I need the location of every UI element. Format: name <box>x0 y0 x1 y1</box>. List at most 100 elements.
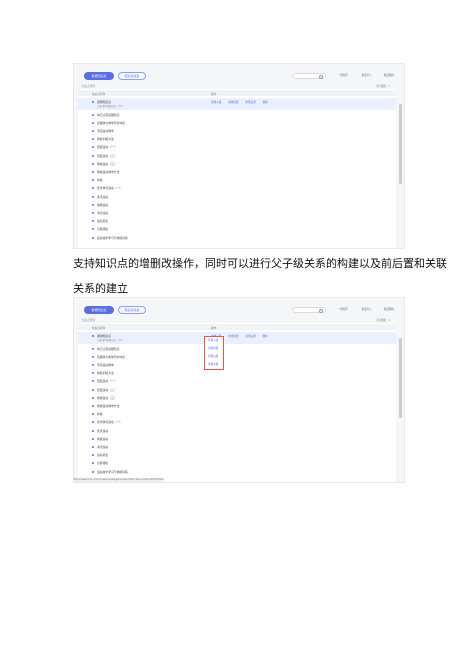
table-row[interactable]: 武术运动 <box>78 427 396 434</box>
scrollbar[interactable] <box>399 338 402 418</box>
expand-icon[interactable] <box>92 470 94 473</box>
screenshot-top: 新增知识点 知识点关系 一键展开 批量导入 批量删除 知识点管理 共有数据：1 … <box>73 63 405 249</box>
batch-delete-link[interactable]: 批量删除 <box>384 307 394 311</box>
knowledge-relation-button[interactable]: 知识点关系 <box>118 72 146 80</box>
add-post-link[interactable]: 新增后置 <box>245 335 255 338</box>
table-row[interactable]: 武术体育运动（一） <box>78 419 396 426</box>
knowledge-relation-button[interactable]: 知识点关系 <box>118 306 146 314</box>
table-row[interactable]: 球类运动教学方法 <box>78 168 396 175</box>
expand-icon[interactable] <box>92 195 94 198</box>
search-input[interactable] <box>292 307 326 313</box>
expand-icon[interactable] <box>92 154 94 157</box>
table-row-selected[interactable]: 通用知识点 父级 第1级知识点（1个） 新增子级 新增前置 新增后置 删除 <box>78 98 396 110</box>
table-row[interactable]: 体操 <box>78 411 396 418</box>
expand-icon[interactable] <box>92 100 94 103</box>
expand-icon[interactable] <box>92 429 94 432</box>
menu-item-add-relation[interactable]: 新增关联 <box>205 361 223 369</box>
table-row[interactable]: 运动技术学习与体能训练 <box>78 468 396 475</box>
table-row[interactable]: 球类运动 <box>78 435 396 442</box>
expand-icon[interactable] <box>92 203 94 206</box>
table-row[interactable]: 运动养生 <box>78 452 396 459</box>
expand-icon[interactable] <box>92 162 94 165</box>
expand-icon[interactable] <box>92 454 94 457</box>
expand-icon[interactable] <box>92 220 94 223</box>
table-row[interactable]: 冰雪运动 <box>78 443 396 450</box>
table-row[interactable]: 专项运动教学 <box>78 127 396 134</box>
table-row[interactable]: 球类运动（三） <box>78 160 396 167</box>
table-row[interactable]: 体能训练方法 <box>78 370 396 377</box>
expand-icon[interactable] <box>92 355 94 358</box>
add-pre-link[interactable]: 新增前置 <box>228 335 238 338</box>
expand-icon[interactable] <box>92 462 94 465</box>
expand-icon[interactable] <box>92 413 94 416</box>
delete-link[interactable]: 删除 <box>263 101 268 104</box>
row-label: 单元认知基础知识 <box>97 112 120 117</box>
expand-icon[interactable] <box>92 372 94 375</box>
expand-icon[interactable] <box>92 170 94 173</box>
column-header-name: 知识点名称 <box>92 92 105 96</box>
table-row[interactable]: 单元认知基础知识 <box>78 111 396 118</box>
table-row[interactable]: 球类运动（三） <box>78 394 396 401</box>
batch-import-link[interactable]: 批量导入 <box>362 73 372 77</box>
row-label: 武术运动 <box>97 194 109 199</box>
batch-import-link[interactable]: 批量导入 <box>362 307 372 311</box>
search-input[interactable] <box>292 73 326 79</box>
table-row[interactable]: 武术运动 <box>78 193 396 200</box>
expand-icon[interactable] <box>92 404 94 407</box>
add-child-link[interactable]: 新增子级 <box>211 101 221 104</box>
table-row[interactable]: 球类运动 <box>78 201 396 208</box>
expand-icon[interactable] <box>92 129 94 132</box>
expand-icon[interactable] <box>92 138 94 141</box>
row-label: 田径运动（二） <box>97 153 117 158</box>
table-row[interactable]: 基础体力教学评价体系 <box>78 353 396 360</box>
expand-icon[interactable] <box>92 113 94 116</box>
add-knowledge-button[interactable]: 新增知识点 <box>84 306 114 314</box>
expand-icon[interactable] <box>92 334 94 337</box>
expand-icon[interactable] <box>92 187 94 190</box>
menu-item-add-post[interactable]: 新增后置 <box>205 353 223 361</box>
expand-icon[interactable] <box>92 236 94 239</box>
table-row[interactable]: 田径运动（二） <box>78 152 396 159</box>
expand-icon[interactable] <box>92 396 94 399</box>
expand-icon[interactable] <box>92 421 94 424</box>
table-row[interactable]: 球类运动教学方法 <box>78 402 396 409</box>
table-row[interactable]: 运动养生 <box>78 218 396 225</box>
menu-item-add-pre[interactable]: 新增前置 <box>205 345 223 353</box>
expand-icon[interactable] <box>92 121 94 124</box>
expand-icon[interactable] <box>92 211 94 214</box>
table-row[interactable]: 田径运动（一） <box>78 378 396 385</box>
scrollbar[interactable] <box>399 104 402 184</box>
expand-icon[interactable] <box>92 146 94 149</box>
table-row[interactable]: 单元认知基础知识 <box>78 345 396 352</box>
table-row[interactable]: 运动技术学习与体能训练 <box>78 234 396 241</box>
expand-all-link[interactable]: 一键展开 <box>338 73 348 77</box>
table-row[interactable]: 竞赛组织 <box>78 226 396 233</box>
expand-icon[interactable] <box>92 437 94 440</box>
table-row[interactable]: 武术体育运动（一） <box>78 185 396 192</box>
table-row[interactable]: 体能训练方法 <box>78 136 396 143</box>
add-pre-link[interactable]: 新增前置 <box>228 101 238 104</box>
add-post-link[interactable]: 新增后置 <box>245 101 255 104</box>
menu-item-add-child[interactable]: 新增子级 <box>205 337 223 345</box>
expand-all-link[interactable]: 一键展开 <box>338 307 348 311</box>
table-row[interactable]: 田径运动（二） <box>78 386 396 393</box>
add-knowledge-button[interactable]: 新增知识点 <box>84 72 114 80</box>
row-sub: 父级 第1级知识点（1个） <box>97 339 125 342</box>
expand-icon[interactable] <box>92 347 94 350</box>
table-row[interactable]: 基础体力教学评价体系 <box>78 119 396 126</box>
expand-icon[interactable] <box>92 380 94 383</box>
expand-icon[interactable] <box>92 228 94 231</box>
table-row[interactable]: 竞赛组织 <box>78 460 396 467</box>
batch-delete-link[interactable]: 批量删除 <box>384 73 394 77</box>
expand-icon[interactable] <box>92 363 94 366</box>
table-row[interactable]: 田径运动（一） <box>78 144 396 151</box>
expand-icon[interactable] <box>92 179 94 182</box>
expand-icon[interactable] <box>92 445 94 448</box>
expand-icon[interactable] <box>92 388 94 391</box>
table-row[interactable]: 体操 <box>78 177 396 184</box>
table-row-selected[interactable]: 通用知识点 父级 第1级知识点（1个） 新增子级 新增前置 新增后置 删除 <box>78 332 396 344</box>
table-row[interactable]: 专项运动教学 <box>78 361 396 368</box>
table-row[interactable]: 冰雪运动 <box>78 209 396 216</box>
delete-link[interactable]: 删除 <box>263 335 268 338</box>
row-label: 单元认知基础知识 <box>97 346 120 351</box>
